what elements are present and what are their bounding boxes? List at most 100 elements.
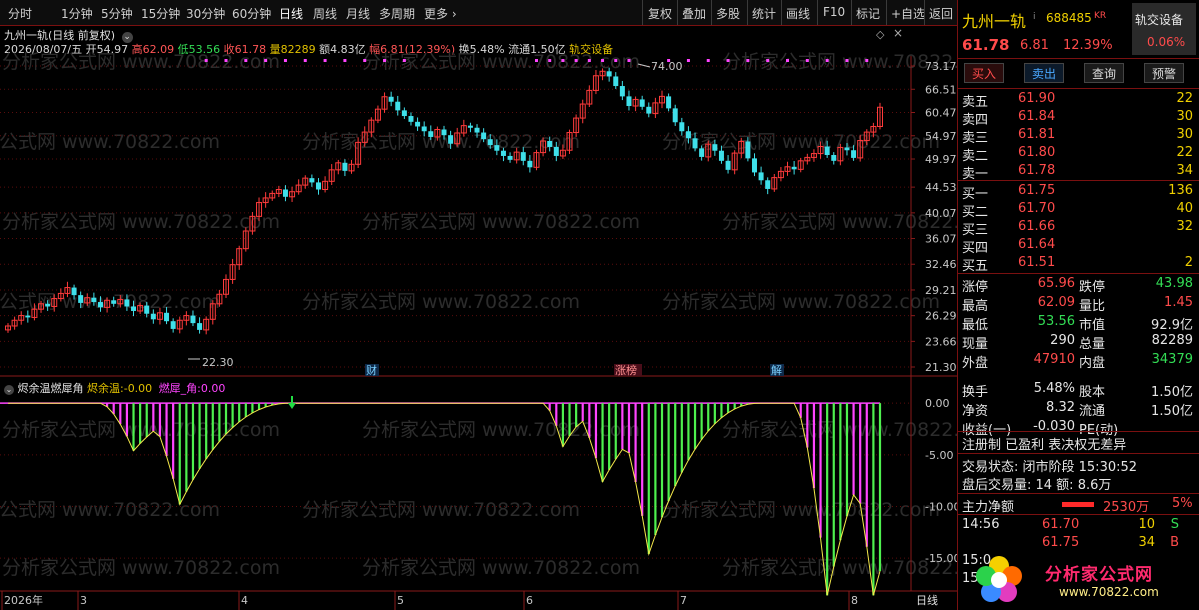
net-flow-row: 主力净额 2530万 5% xyxy=(958,496,1199,515)
candle-body xyxy=(606,71,612,77)
signal-dot xyxy=(746,59,750,62)
adjust-button[interactable]: 复权 xyxy=(648,5,672,22)
candle-body xyxy=(666,96,672,109)
toolbar-divider xyxy=(747,0,748,25)
candle-body xyxy=(679,122,685,132)
tab-intraday[interactable]: 分时 xyxy=(8,5,32,22)
price-tick-label: 54.97 xyxy=(925,130,957,143)
chevron-down-icon[interactable]: ⌄ xyxy=(4,385,14,395)
buy-level-row[interactable]: 买四 61.64 xyxy=(958,237,1199,256)
stat-value: 62.09 xyxy=(1037,295,1075,310)
price-tick-label: 36.07 xyxy=(925,233,957,246)
candle-body xyxy=(421,126,427,132)
stat-row[interactable]: 外盘 47910 内盘 34379 xyxy=(958,352,1199,371)
candle-body xyxy=(25,315,31,318)
event-badge-finance[interactable]: 财 xyxy=(366,363,377,377)
site-logo: 分析家公式网 www.70822.com xyxy=(959,552,1197,608)
sell-level-row[interactable]: 卖三 61.81 30 xyxy=(958,127,1199,146)
candle-body xyxy=(547,141,553,147)
tab-60min[interactable]: 60分钟 xyxy=(232,5,271,22)
stat-label: 流通 xyxy=(1079,404,1106,419)
add-watchlist-button[interactable]: +自选 xyxy=(891,5,925,22)
signal-dot xyxy=(283,59,287,62)
buy-level-row[interactable]: 买一 61.75 136 xyxy=(958,183,1199,202)
watermark-text: 分析家公式网 www.70822.com xyxy=(2,557,280,579)
time-tick-label: 7 xyxy=(680,594,687,607)
trading-status: 交易状态: 闭市阶段 15:30:52 xyxy=(958,456,1199,475)
sell-level-price: 61.80 xyxy=(1018,145,1056,160)
sell-level-price: 61.78 xyxy=(1018,163,1056,178)
sell-level-row[interactable]: 卖一 61.78 34 xyxy=(958,163,1199,182)
event-badge-limitup[interactable]: 涨榜 xyxy=(615,363,637,377)
buy-level-row[interactable]: 买二 61.70 40 xyxy=(958,201,1199,220)
stat-row[interactable]: 最低 53.56 市值 92.9亿 xyxy=(958,314,1199,333)
quote-panel: 九州一轨 i 688485 KR 轨交设备 0.06% 61.78 6.81 1… xyxy=(957,0,1199,610)
tab-daily[interactable]: 日线 xyxy=(279,5,303,22)
buy-level-row[interactable]: 买五 61.51 2 xyxy=(958,255,1199,274)
divider xyxy=(958,58,1199,59)
high-annotation: 74.00 xyxy=(651,60,683,73)
stat-row[interactable]: 现量 290 总量 82289 xyxy=(958,333,1199,352)
signal-dot xyxy=(865,59,869,62)
sell-level-row[interactable]: 卖二 61.80 22 xyxy=(958,145,1199,164)
overlay-button[interactable]: 叠加 xyxy=(682,5,706,22)
price-change-pct: 12.39% xyxy=(1063,38,1113,53)
event-badge-unlock[interactable]: 解 xyxy=(771,363,782,377)
industry-box[interactable]: 轨交设备 0.06% xyxy=(1132,3,1196,55)
mark-button[interactable]: 标记 xyxy=(856,5,880,22)
f10-button[interactable]: F10 xyxy=(823,5,845,19)
buy-level-price: 61.64 xyxy=(1018,237,1056,252)
watermark-text: 分析家公式网 www.70822.com xyxy=(362,557,640,579)
tab-5min[interactable]: 5分钟 xyxy=(101,5,133,22)
tick-row[interactable]: 14:56 61.70 10 S xyxy=(958,517,1199,535)
candle-body xyxy=(415,121,421,127)
tick-row[interactable]: 61.75 34 B xyxy=(958,535,1199,553)
price-tick-label: 32.46 xyxy=(925,258,957,271)
tab-weekly[interactable]: 周线 xyxy=(313,5,337,22)
indicator-name: 烬余温燃犀角 xyxy=(17,382,84,395)
candle-body xyxy=(401,110,407,117)
candle-body xyxy=(831,154,837,161)
net-flow-pct: 5% xyxy=(1172,496,1193,511)
buy-level-label: 买二 xyxy=(962,205,989,220)
stat-label: 换手 xyxy=(962,385,989,400)
divider xyxy=(958,493,1199,494)
multi-stock-button[interactable]: 多股 xyxy=(716,5,740,22)
sell-button[interactable]: 卖出 xyxy=(1024,63,1064,83)
candle-body xyxy=(448,135,454,144)
price-tick-label: 44.53 xyxy=(925,181,957,194)
draw-line-button[interactable]: 画线 xyxy=(786,5,810,22)
sell-level-label: 卖二 xyxy=(962,149,989,164)
watermark-text: 分析家公式网 www.70822.com xyxy=(2,211,280,233)
sell-level-row[interactable]: 卖四 61.84 30 xyxy=(958,109,1199,128)
info-icon[interactable]: i xyxy=(1033,12,1036,22)
candle-body xyxy=(613,76,619,87)
alert-button[interactable]: 预警 xyxy=(1144,63,1184,83)
indicator-s1-value: -0.00 xyxy=(123,382,153,395)
indicator-s2-label: 燃犀_角: xyxy=(158,382,201,395)
tab-15min[interactable]: 15分钟 xyxy=(141,5,180,22)
buy-button[interactable]: 买入 xyxy=(964,63,1004,83)
stat-row[interactable]: 净资 8.32 流通 1.50亿 xyxy=(958,400,1199,419)
query-button[interactable]: 查询 xyxy=(1084,63,1124,83)
stat-row[interactable]: 换手 5.48% 股本 1.50亿 xyxy=(958,381,1199,400)
stat-value: 8.32 xyxy=(1046,400,1075,415)
watermark-text: 分析家公式网 www.70822.com xyxy=(302,291,580,313)
candle-body xyxy=(474,127,480,133)
back-button[interactable]: 返回 xyxy=(929,5,953,22)
stat-row[interactable]: 最高 62.09 量比 1.45 xyxy=(958,295,1199,314)
buy-level-row[interactable]: 买三 61.66 32 xyxy=(958,219,1199,238)
signal-dot xyxy=(402,59,406,62)
price-change: 6.81 xyxy=(1020,38,1049,53)
tab-multi-period[interactable]: 多周期 xyxy=(379,5,415,22)
statistics-button[interactable]: 统计 xyxy=(752,5,776,22)
tab-more[interactable]: 更多 › xyxy=(424,5,457,22)
tab-30min[interactable]: 30分钟 xyxy=(186,5,225,22)
price-tick-label: 21.30 xyxy=(925,361,957,374)
tab-1min[interactable]: 1分钟 xyxy=(61,5,93,22)
stat-value: 82289 xyxy=(1151,333,1193,348)
stat-row[interactable]: 涨停 65.96 跌停 43.98 xyxy=(958,276,1199,295)
time-axis: 2026年 3 4 5 6 7 8 xyxy=(1,591,858,610)
sell-level-row[interactable]: 卖五 61.90 22 xyxy=(958,91,1199,110)
tab-monthly[interactable]: 月线 xyxy=(346,5,370,22)
